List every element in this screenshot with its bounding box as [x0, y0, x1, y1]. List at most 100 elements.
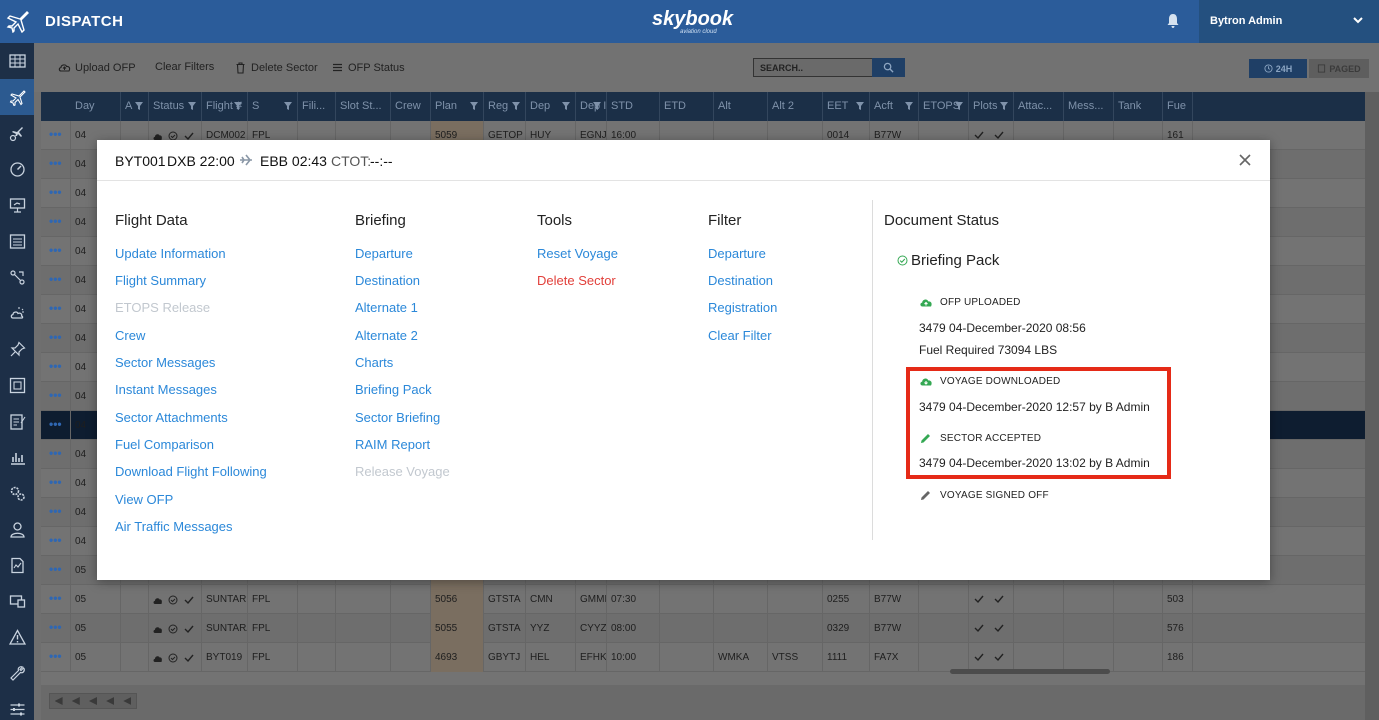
sidebar-item-gauge[interactable]: [0, 151, 34, 187]
column-header[interactable]: ETOPS: [919, 92, 969, 121]
column-header[interactable]: Slot St...: [336, 92, 391, 121]
column-header[interactable]: Dep: [526, 92, 576, 121]
column-header[interactable]: Fue: [1163, 92, 1193, 121]
sidebar-item-pin[interactable]: [0, 331, 34, 367]
sidebar-item-dispatch[interactable]: [0, 79, 34, 115]
link-crew[interactable]: Crew: [115, 328, 145, 343]
row-menu-button[interactable]: •••: [41, 411, 71, 440]
row-menu-button[interactable]: •••: [41, 527, 71, 556]
link-briefing-departure[interactable]: Departure: [355, 246, 413, 261]
notification-bell-icon[interactable]: [1165, 13, 1181, 29]
filter-icon[interactable]: [999, 101, 1009, 111]
filter-icon[interactable]: [233, 101, 243, 111]
filter-icon[interactable]: [904, 101, 914, 111]
link-view-ofp[interactable]: View OFP: [115, 492, 173, 507]
row-menu-button[interactable]: •••: [41, 556, 71, 585]
link-sector-attachments[interactable]: Sector Attachments: [115, 410, 228, 425]
sidebar-item-routes[interactable]: [0, 259, 34, 295]
column-header[interactable]: ETD: [660, 92, 714, 121]
sidebar-item-documents[interactable]: [0, 547, 34, 583]
sidebar-item-reports[interactable]: [0, 367, 34, 403]
column-header[interactable]: EET: [823, 92, 870, 121]
table-row[interactable]: •••05 SUNTAR1FPL 5056GTSTACMNGMMN07:30 0255…: [41, 585, 1365, 614]
column-header[interactable]: Alt: [714, 92, 768, 121]
sidebar-item-weather[interactable]: [0, 295, 34, 331]
row-menu-button[interactable]: •••: [41, 179, 71, 208]
column-header[interactable]: Plots: [969, 92, 1014, 121]
link-raim-report[interactable]: RAIM Report: [355, 437, 430, 452]
sidebar-item-flights[interactable]: [0, 115, 34, 151]
search-button[interactable]: [872, 58, 905, 77]
row-menu-button[interactable]: •••: [41, 382, 71, 411]
link-filter-departure[interactable]: Departure: [708, 246, 766, 261]
sidebar-item-notes[interactable]: [0, 403, 34, 439]
sidebar-item-users[interactable]: [0, 511, 34, 547]
row-menu-button[interactable]: •••: [41, 498, 71, 527]
column-header[interactable]: Flight #: [202, 92, 248, 121]
sidebar-item-alerts[interactable]: [0, 619, 34, 655]
row-menu-button[interactable]: •••: [41, 208, 71, 237]
link-instant-messages[interactable]: Instant Messages: [115, 382, 217, 397]
link-download-flight-following[interactable]: Download Flight Following: [115, 464, 267, 479]
link-delete-sector[interactable]: Delete Sector: [537, 273, 616, 288]
row-menu-button[interactable]: •••: [41, 643, 71, 672]
row-menu-button[interactable]: •••: [41, 295, 71, 324]
toggle-24h[interactable]: 24H: [1249, 59, 1307, 78]
filter-icon[interactable]: [469, 101, 479, 111]
column-header[interactable]: Mess...: [1064, 92, 1114, 121]
sidebar-item-stats[interactable]: [0, 439, 34, 475]
link-clear-filter[interactable]: Clear Filter: [708, 328, 772, 343]
link-filter-registration[interactable]: Registration: [708, 300, 777, 315]
column-header[interactable]: Day: [71, 92, 121, 121]
vertical-scrollbar[interactable]: [1365, 92, 1379, 720]
link-air-traffic-messages[interactable]: Air Traffic Messages: [115, 519, 233, 534]
row-menu-button[interactable]: •••: [41, 614, 71, 643]
upload-ofp-button[interactable]: Upload OFP: [58, 61, 136, 74]
delete-sector-button[interactable]: Delete Sector: [234, 61, 318, 74]
toggle-paged[interactable]: PAGED: [1309, 59, 1369, 78]
row-menu-button[interactable]: •••: [41, 585, 71, 614]
row-menu-button[interactable]: •••: [41, 469, 71, 498]
link-briefing-charts[interactable]: Charts: [355, 355, 393, 370]
column-header[interactable]: A: [121, 92, 149, 121]
sidebar-item-monitor[interactable]: [0, 583, 34, 619]
column-header[interactable]: Attac...: [1014, 92, 1064, 121]
row-menu-button[interactable]: •••: [41, 266, 71, 295]
filter-icon[interactable]: [855, 101, 865, 111]
filter-icon[interactable]: [561, 101, 571, 111]
column-header[interactable]: STD: [607, 92, 660, 121]
link-briefing-alternate-1[interactable]: Alternate 1: [355, 300, 418, 315]
filter-icon[interactable]: [283, 101, 293, 111]
column-header[interactable]: Crew: [391, 92, 431, 121]
link-reset-voyage[interactable]: Reset Voyage: [537, 246, 618, 261]
sidebar-item-settings[interactable]: [0, 475, 34, 511]
pager[interactable]: [49, 693, 137, 709]
filter-icon[interactable]: [134, 101, 144, 111]
search-input[interactable]: SEARCH..: [753, 58, 873, 77]
column-header[interactable]: Dep I...: [576, 92, 607, 121]
user-menu[interactable]: Bytron Admin: [1199, 0, 1379, 43]
column-header[interactable]: Acft: [870, 92, 919, 121]
sidebar-item-tools[interactable]: [0, 655, 34, 691]
column-header[interactable]: S: [248, 92, 298, 121]
link-update-information[interactable]: Update Information: [115, 246, 226, 261]
column-header[interactable]: Reg: [484, 92, 526, 121]
sidebar-item-grid[interactable]: [0, 43, 34, 79]
ofp-status-button[interactable]: OFP Status: [331, 61, 405, 74]
link-sector-briefing[interactable]: Sector Briefing: [355, 410, 440, 425]
column-header[interactable]: Alt 2: [768, 92, 823, 121]
table-row[interactable]: •••05 SUNTARAFPL 5055GTSTAYYZCYYZ08:00 0329…: [41, 614, 1365, 643]
filter-icon[interactable]: [592, 101, 602, 111]
column-header[interactable]: Status: [149, 92, 202, 121]
table-row[interactable]: ••• 05 BYT019 FPL 4693 GBYTJ HEL EFHK 10:00 WMKA V…: [41, 643, 1365, 672]
horizontal-scrollbar[interactable]: [950, 669, 1110, 674]
column-header[interactable]: Fili...: [298, 92, 336, 121]
row-menu-button[interactable]: •••: [41, 324, 71, 353]
filter-icon[interactable]: [954, 101, 964, 111]
column-header[interactable]: Plan: [431, 92, 484, 121]
close-icon[interactable]: [1237, 152, 1253, 168]
row-menu-button[interactable]: •••: [41, 353, 71, 382]
link-sector-messages[interactable]: Sector Messages: [115, 355, 215, 370]
link-filter-destination[interactable]: Destination: [708, 273, 773, 288]
filter-icon[interactable]: [187, 101, 197, 111]
